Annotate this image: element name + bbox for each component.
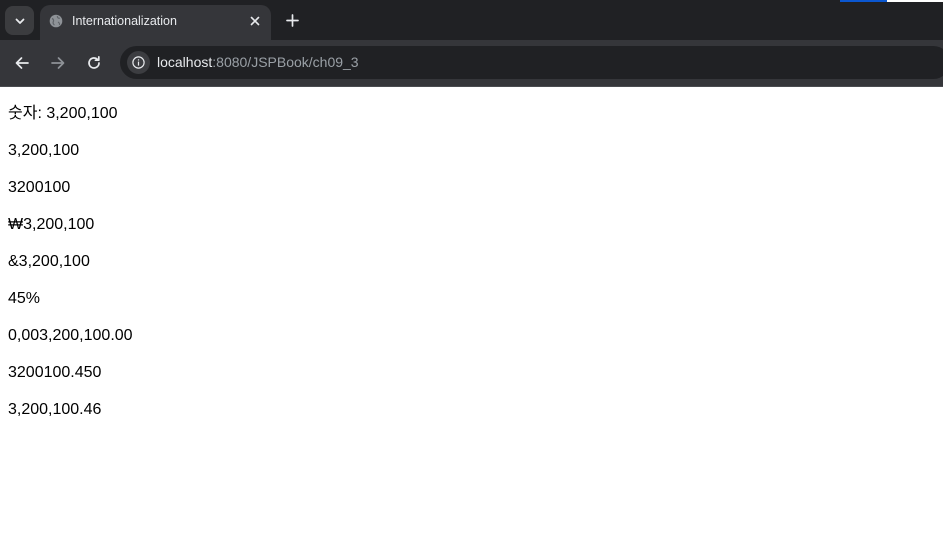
formatted-number-line: 3,200,100 [8,142,80,159]
custom-currency-line: &3,200,100 [8,253,90,270]
url-text[interactable]: localhost:8080/JSPBook/ch09_3 [157,54,359,70]
plus-icon [285,13,299,27]
close-icon [250,16,260,26]
reload-button[interactable] [82,51,106,75]
tab-title: Internationalization [72,14,177,28]
tab-search-button[interactable] [5,6,34,35]
number-label-line: 숫자: 3,200,100 [8,105,118,122]
url-host: localhost [157,54,213,70]
new-tab-button[interactable] [281,9,303,31]
chevron-down-icon [15,18,24,24]
tab-close-button[interactable] [246,12,264,30]
globe-icon [49,14,63,28]
currency-line: ₩3,200,100 [8,216,95,233]
browser-toolbar: localhost:8080/JSPBook/ch09_3 [0,40,943,87]
tab-internationalization[interactable]: Internationalization [40,5,271,40]
info-icon [132,56,145,69]
window-accent-strip [840,0,887,2]
url-path: :8080/JSPBook/ch09_3 [212,54,359,70]
raw-number-line: 3200100 [8,179,71,196]
rounded-decimal-line: 3,200,100.46 [8,401,102,418]
percent-line: 45% [8,290,41,307]
tab-strip: Internationalization [0,0,943,40]
page-content: 숫자: 3,200,100 3,200,100 3200100 ₩3,200,1… [8,104,133,437]
back-button[interactable] [10,51,34,75]
arrow-left-icon [15,57,29,69]
zero-padded-line: 0,003,200,100.00 [8,327,133,344]
reload-icon [88,55,100,69]
window-edge-strip [887,0,943,2]
arrow-right-icon [51,57,65,69]
address-bar[interactable]: localhost:8080/JSPBook/ch09_3 [120,46,943,79]
forward-button[interactable] [46,51,70,75]
decimal-pattern-line: 3200100.450 [8,364,102,381]
site-info-button[interactable] [127,51,150,74]
